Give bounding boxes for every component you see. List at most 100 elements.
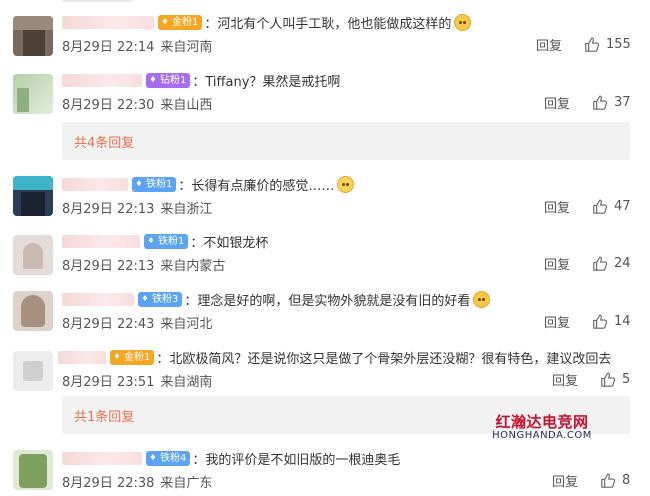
fan-badge: ♦ 钻粉1	[146, 72, 191, 88]
fan-badge-icon: ♦	[113, 352, 121, 361]
comment-header: ♦ 铁粉4 ：我的评价是不如旧版的一根迪奥毛	[62, 448, 400, 468]
reply-button[interactable]: 回复	[544, 312, 570, 331]
comment-actions: 回复 5	[552, 369, 630, 389]
comment-item: ♦ 金粉1 ：北欧极简风？还是说你这只是做了个骨架外层还没糊？很有特色，建议改回去…	[0, 347, 650, 403]
comment-meta: 8月29日 22:30 来自山西	[62, 94, 212, 113]
thumbs-up-icon	[593, 199, 608, 214]
comment-meta: 8月29日 22:14 来自河南	[62, 36, 212, 55]
comment-item: ♦ 铁粉4 ：我的评价是不如旧版的一根迪奥毛 8月29日 22:38 来自广东 回复…	[0, 448, 650, 496]
watermark-en: HONGHANDA.COM	[492, 430, 592, 441]
comment-item: ♦ 金粉1 ：河北有个人叫手工耿，他也能做成这样的 8月29日 22:14 来自河南…	[0, 12, 650, 68]
cat-face-icon	[454, 13, 472, 31]
comment-meta: 8月29日 22:13 来自内蒙古	[62, 255, 225, 274]
comment-text: ：不如银龙杯	[190, 235, 269, 251]
avatar[interactable]	[13, 74, 53, 114]
username[interactable]	[58, 350, 106, 364]
comment-text: ：长得有点廉价的感觉……	[178, 178, 335, 194]
like-count: 155	[606, 36, 631, 52]
fan-badge: ♦ 铁粉1	[132, 176, 177, 192]
sweat-face-icon	[337, 175, 355, 193]
comment-text: ：北欧极简风？还是说你这只是做了个骨架外层还没糊？很有特色，建议改回去	[156, 351, 612, 367]
comment-date: 8月29日 22:30	[62, 98, 155, 113]
comment-location: 来自广东	[160, 476, 213, 491]
comment-header: ♦ 金粉1 ：北欧极简风？还是说你这只是做了个骨架外层还没糊？很有特色，建议改回去	[58, 347, 611, 367]
thumbs-up-icon	[585, 37, 600, 52]
reply-button[interactable]: 回复	[552, 370, 578, 389]
thumbs-up-icon	[601, 372, 616, 387]
avatar[interactable]	[13, 291, 53, 331]
comment-location: 来自湖南	[160, 375, 213, 390]
comment-actions: 回复 8	[552, 470, 630, 490]
comment-meta: 8月29日 23:51 来自湖南	[62, 371, 212, 390]
username[interactable]	[62, 292, 134, 306]
like-button[interactable]: 8	[600, 472, 630, 489]
comment-location: 来自浙江	[160, 202, 213, 217]
comment-header: ♦ 金粉1 ：河北有个人叫手工耿，他也能做成这样的	[62, 12, 472, 32]
comment-date: 8月29日 22:43	[62, 317, 155, 332]
more-replies-link[interactable]: 共4条回复	[74, 132, 134, 151]
reply-button[interactable]: 回复	[536, 35, 562, 54]
site-watermark: 红瀚达电竞网 HONGHANDA.COM	[490, 414, 594, 444]
comment-meta: 8月29日 22:13 来自浙江	[62, 198, 212, 217]
reply-button[interactable]: 回复	[552, 471, 578, 490]
like-count: 14	[614, 313, 631, 329]
comment-location: 来自河北	[160, 317, 213, 332]
more-replies-link[interactable]: 共1条回复	[74, 406, 134, 425]
username[interactable]	[62, 73, 142, 87]
like-button[interactable]: 5	[600, 371, 630, 388]
avatar[interactable]	[13, 176, 53, 216]
avatar[interactable]	[13, 450, 53, 490]
avatar[interactable]	[13, 351, 53, 391]
like-button[interactable]: 14	[592, 313, 631, 330]
reply-button[interactable]: 回复	[544, 197, 570, 216]
comment-text: ：河北有个人叫手工耿，他也能做成这样的	[204, 16, 452, 32]
avatar[interactable]	[13, 235, 53, 275]
comment-location: 来自山西	[160, 98, 213, 113]
cut-off-comment-header	[62, 0, 132, 2]
like-button[interactable]: 155	[584, 36, 631, 53]
comment-date: 8月29日 22:13	[62, 202, 155, 217]
username[interactable]	[62, 451, 142, 465]
fan-badge: ♦ 金粉1	[158, 14, 203, 30]
comment-item: ♦ 钻粉1 ：Tiffany？果然是戒托啊 8月29日 22:30 来自山西 回复 …	[0, 70, 650, 126]
comment-item: ♦ 铁粉1 ：长得有点廉价的感觉…… 8月29日 22:13 来自浙江 回复 47	[0, 174, 650, 230]
username[interactable]	[62, 234, 140, 248]
like-button[interactable]: 24	[592, 255, 631, 272]
username[interactable]	[62, 177, 128, 191]
comment-text: ：Tiffany？果然是戒托啊	[192, 74, 341, 90]
thinking-face-icon	[473, 290, 491, 308]
comment-header: ♦ 铁粉1 ：长得有点廉价的感觉……	[62, 174, 355, 194]
thumbs-up-icon	[601, 473, 616, 488]
comment-date: 8月29日 22:14	[62, 40, 155, 55]
fan-badge-icon: ♦	[161, 17, 169, 26]
comment-actions: 回复 24	[544, 253, 631, 273]
comment-date: 8月29日 22:38	[62, 476, 155, 491]
comment-item: ♦ 铁粉3 ：理念是好的啊，但是实物外貌就是没有旧的好看 8月29日 22:43 来…	[0, 289, 650, 345]
more-replies-bar: 共4条回复	[62, 122, 630, 160]
comment-item: ♦ 铁粉1 ：不如银龙杯 8月29日 22:13 来自内蒙古 回复 24	[0, 231, 650, 287]
avatar[interactable]	[13, 16, 53, 56]
comment-text: ：理念是好的啊，但是实物外貌就是没有旧的好看	[184, 293, 471, 309]
like-button[interactable]: 37	[592, 94, 631, 111]
fan-badge: ♦ 铁粉4	[146, 450, 191, 466]
reply-button[interactable]: 回复	[544, 254, 570, 273]
thumbs-up-icon	[593, 95, 608, 110]
comment-header: ♦ 钻粉1 ：Tiffany？果然是戒托啊	[62, 70, 340, 90]
comment-actions: 回复 155	[536, 34, 631, 54]
like-count: 37	[614, 94, 631, 110]
comment-meta: 8月29日 22:43 来自河北	[62, 313, 212, 332]
comment-header: ♦ 铁粉1 ：不如银龙杯	[62, 231, 268, 251]
like-button[interactable]: 47	[592, 198, 631, 215]
thumbs-up-icon	[593, 256, 608, 271]
comment-date: 8月29日 23:51	[62, 375, 155, 390]
fan-badge-icon: ♦	[149, 453, 157, 462]
comment-location: 来自河南	[160, 40, 213, 55]
comment-header: ♦ 铁粉3 ：理念是好的啊，但是实物外貌就是没有旧的好看	[62, 289, 491, 309]
username[interactable]	[62, 15, 154, 29]
like-count: 5	[622, 371, 631, 387]
reply-button[interactable]: 回复	[544, 93, 570, 112]
comment-actions: 回复 47	[544, 196, 631, 216]
comment-actions: 回复 14	[544, 311, 631, 331]
like-count: 24	[614, 255, 631, 271]
fan-badge: ♦ 铁粉3	[138, 291, 183, 307]
